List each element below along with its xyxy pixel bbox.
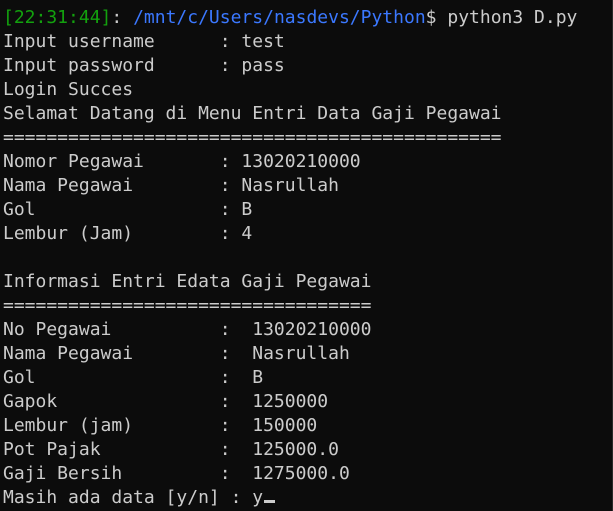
- output-line: Selamat Datang di Menu Entri Data Gaji P…: [3, 103, 502, 124]
- text-cursor: [264, 500, 276, 503]
- output-line: ========================================…: [3, 127, 502, 148]
- output-line: Login Succes: [3, 79, 134, 100]
- output-line: Pot Pajak : 125000.0: [3, 439, 339, 460]
- terminal-window[interactable]: [22:31:44]: /mnt/c/Users/nasdevs/Python$…: [0, 0, 613, 511]
- prompt-timestamp: [22:31:44]: [3, 7, 112, 28]
- input-value[interactable]: y: [252, 487, 263, 508]
- output-line: ==================================: [3, 295, 372, 316]
- output-line: Gol : B: [3, 367, 264, 388]
- input-prompt-label: Masih ada data [y/n] :: [3, 487, 253, 508]
- prompt-command: python3 D.py: [436, 7, 578, 28]
- output-line: Gaji Bersih : 1275000.0: [3, 463, 350, 484]
- output-line: No Pegawai : 13020210000: [3, 319, 372, 340]
- output-line: Nomor Pegawai : 13020210000: [3, 151, 361, 172]
- prompt-symbol: $: [425, 7, 437, 28]
- input-prompt-line[interactable]: Masih ada data [y/n] : y: [3, 486, 612, 510]
- output-line: Input password : pass: [3, 55, 285, 76]
- output-line: Nama Pegawai : Nasrullah: [3, 175, 339, 196]
- output-line: Gol : B: [3, 199, 253, 220]
- output-line: Lembur (Jam) : 4: [3, 223, 253, 244]
- output-line: Lembur (jam) : 150000: [3, 415, 318, 436]
- output-line: Input username : test: [3, 31, 285, 52]
- output-line: Gapok : 1250000: [3, 391, 329, 412]
- prompt-line: [22:31:44]: /mnt/c/Users/nasdevs/Python$…: [3, 6, 612, 30]
- prompt-separator: :: [111, 7, 134, 28]
- prompt-path: /mnt/c/Users/nasdevs/Python: [133, 7, 426, 28]
- output-line: Nama Pegawai : Nasrullah: [3, 343, 350, 364]
- output-line: Informasi Entri Edata Gaji Pegawai: [3, 271, 372, 292]
